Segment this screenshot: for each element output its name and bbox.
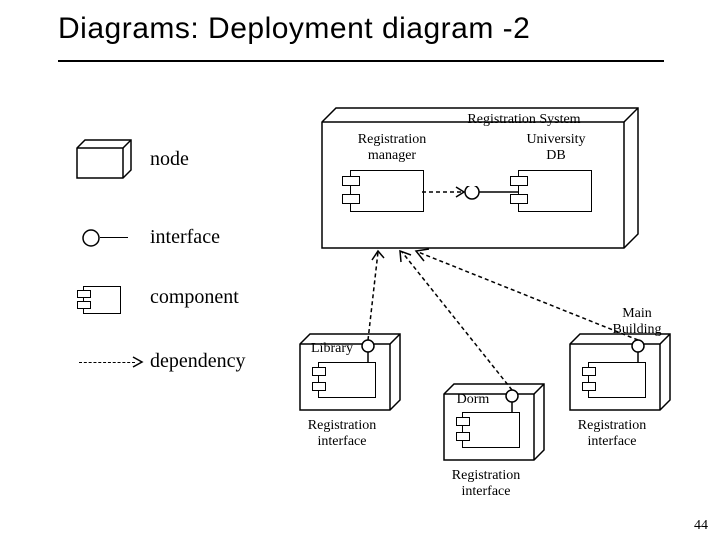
label-main-reg-intf: Registrationinterface [564, 418, 660, 450]
legend-interface-icon [81, 228, 101, 248]
label-library-reg-intf: Registrationinterface [294, 418, 390, 450]
legend-component-label: component [150, 286, 239, 309]
page-title: Diagrams: Deployment diagram -2 [58, 12, 530, 46]
legend-node-label: node [150, 148, 189, 171]
legend-interface-line-icon [100, 237, 128, 238]
label-dorm-reg-intf: Registrationinterface [438, 468, 534, 500]
label-registration-manager: Registrationmanager [342, 132, 442, 164]
legend-dependency-label: dependency [150, 350, 246, 373]
connector-regmgr-univdb [422, 186, 522, 202]
legend-interface-label: interface [150, 226, 220, 249]
label-university-db: UniversityDB [508, 132, 604, 164]
legend-dependency-arrow-icon [131, 355, 145, 369]
slide-root: Diagrams: Deployment diagram -2 node int… [0, 0, 720, 540]
page-number: 44 [694, 518, 708, 534]
legend-dependency-icon [79, 362, 135, 363]
legend-node-icon [77, 140, 123, 178]
title-underline [58, 60, 664, 62]
node-registration-system-title: Registration System [444, 112, 604, 128]
